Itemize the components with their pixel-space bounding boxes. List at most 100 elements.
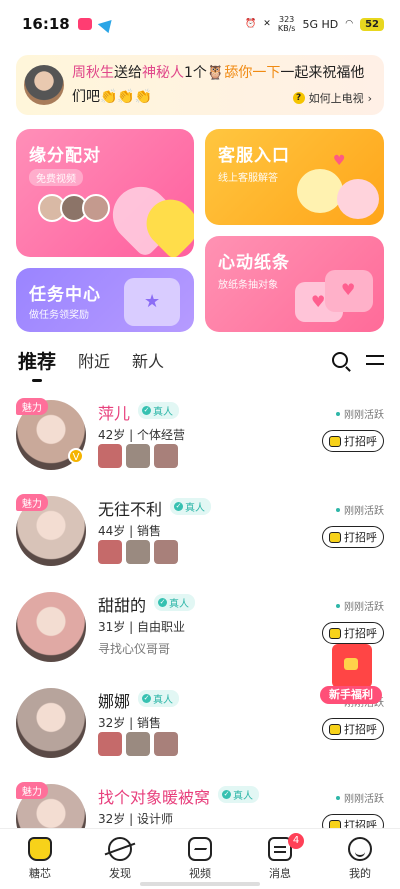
vip-badge-icon: V: [68, 448, 84, 464]
tv-help-link[interactable]: ? 如何上电视 ›: [292, 90, 372, 106]
chat-bubble-icon: [297, 169, 343, 213]
match-card[interactable]: 缘分配对 免费视频: [16, 129, 194, 257]
service-card-title: 客服入口: [218, 146, 290, 166]
greet-button[interactable]: 打招呼: [322, 718, 384, 740]
online-dot-icon: [336, 507, 340, 512]
service-card[interactable]: 客服入口 线上客服解答 ♥: [205, 129, 384, 225]
nav-discover[interactable]: 发现: [80, 829, 160, 889]
nav-home[interactable]: 糖芯: [0, 829, 80, 889]
verified-badge: ✓ 真人: [154, 594, 195, 611]
nav-me[interactable]: 我的: [320, 829, 400, 889]
active-status: 刚刚活跃: [336, 598, 384, 613]
greet-icon: [329, 531, 341, 543]
greet-icon: [329, 723, 341, 735]
user-info: 31岁 | 自由职业: [98, 620, 185, 634]
charm-badge: 魅力: [16, 398, 48, 415]
online-dot-icon: [336, 603, 340, 608]
user-motto: 寻找心仪哥哥: [98, 642, 171, 656]
search-icon[interactable]: [332, 352, 348, 368]
message-badge: 4: [288, 833, 304, 849]
video-icon: [188, 837, 212, 861]
user-row[interactable]: 魅力 无往不利 ✓ 真人 44岁 | 销售 刚刚活跃 打招呼: [0, 482, 400, 578]
tab-tools: [332, 352, 384, 368]
planet-icon: [108, 837, 132, 861]
user-photos: [98, 732, 178, 756]
photo-thumbnail[interactable]: [126, 732, 150, 756]
photo-thumbnail[interactable]: [154, 444, 178, 468]
user-info: 32岁 | 销售: [98, 716, 161, 730]
active-status: 刚刚活跃: [336, 502, 384, 517]
task-card-subtitle: 做任务领奖励: [29, 310, 89, 321]
photo-thumbnail[interactable]: [126, 540, 150, 564]
tab-recommend[interactable]: 推荐: [18, 347, 56, 382]
avatar[interactable]: [16, 592, 86, 662]
photo-thumbnail[interactable]: [154, 540, 178, 564]
home-indicator: [140, 882, 260, 886]
feed-tabs: 推荐 附近 新人: [18, 340, 384, 382]
love-note-card[interactable]: 心动纸条 放纸条抽对象 ♥ ♥: [205, 236, 384, 332]
mute-icon: ✕: [263, 19, 271, 29]
verified-badge: ✓ 真人: [138, 690, 179, 707]
online-dot-icon: [336, 411, 340, 416]
sender-name: 周秋生: [72, 65, 114, 81]
bottom-nav: 糖芯 发现 视频 4 消息 我的: [0, 828, 400, 889]
note-heart-icon: ♥: [325, 270, 373, 312]
user-info: 42岁 | 个体经营: [98, 428, 185, 442]
battery-indicator: 52: [360, 17, 384, 31]
active-status: 刚刚活跃: [336, 406, 384, 421]
wifi-icon: ◠: [345, 19, 354, 29]
tab-new[interactable]: 新人: [132, 348, 164, 372]
clap-emoji: 👏👏👏: [100, 89, 153, 105]
newbie-gift-label: 新手福利: [320, 686, 382, 704]
note-card-subtitle: 放纸条抽对象: [218, 280, 278, 291]
user-photos: [98, 540, 178, 564]
verified-badge: ✓ 真人: [138, 402, 179, 419]
user-name: 萍儿: [98, 404, 131, 423]
verified-badge: ✓ 真人: [218, 786, 259, 803]
check-icon: ✓: [222, 790, 231, 799]
red-envelope-icon: [332, 644, 372, 688]
task-center-card[interactable]: 任务中心 做任务领奖励 ★: [16, 268, 194, 332]
chat-bubble-icon: [337, 179, 379, 219]
verified-badge: ✓ 真人: [170, 498, 211, 515]
photo-thumbnail[interactable]: [126, 444, 150, 468]
greet-button[interactable]: 打招呼: [322, 430, 384, 452]
greet-button[interactable]: 打招呼: [322, 526, 384, 548]
treasure-chest-icon: ★: [124, 278, 180, 326]
note-card-title: 心动纸条: [218, 253, 290, 273]
service-card-subtitle: 线上客服解答: [218, 173, 278, 184]
charm-badge: 魅力: [16, 494, 48, 511]
sender-avatar[interactable]: [24, 65, 64, 105]
telegram-icon: [97, 14, 116, 34]
charm-badge: 魅力: [16, 782, 48, 799]
user-row[interactable]: 魅力 V 萍儿 ✓ 真人 42岁 | 个体经营 刚刚活跃打招呼: [0, 386, 400, 482]
check-icon: ✓: [142, 694, 151, 703]
signal-icon: 5G HD: [302, 17, 339, 31]
alarm-icon: ⏰: [245, 19, 257, 29]
gift-name: 舔你一下: [224, 65, 281, 81]
heart-icon: ♥: [333, 153, 346, 169]
newbie-gift-float[interactable]: 新手福利: [320, 640, 382, 710]
user-name: 甜甜的: [98, 596, 147, 615]
photo-thumbnail[interactable]: [154, 732, 178, 756]
app-notification-icon: [77, 18, 92, 30]
tab-nearby[interactable]: 附近: [78, 348, 110, 372]
user-info: 32岁 | 设计师: [98, 812, 173, 826]
nav-video[interactable]: 视频: [160, 829, 240, 889]
nav-messages[interactable]: 4 消息: [240, 829, 320, 889]
photo-thumbnail[interactable]: [98, 540, 122, 564]
greet-icon: [329, 435, 341, 447]
avatar: [82, 194, 110, 222]
question-icon: ?: [292, 92, 305, 104]
status-bar: 16:18 ⏰ ✕ 323 KB/s 5G HD ◠ 52: [0, 0, 400, 48]
photo-thumbnail[interactable]: [98, 444, 122, 468]
user-photos: [98, 444, 178, 468]
match-card-title: 缘分配对: [29, 146, 101, 166]
greet-icon: [329, 627, 341, 639]
filter-icon[interactable]: [366, 353, 384, 367]
avatar[interactable]: [16, 688, 86, 758]
broadcast-banner[interactable]: 周秋生送给神秘人1个🦉舔你一下一起来祝福他们吧👏👏👏 ? 如何上电视 ›: [16, 55, 384, 115]
active-status: 刚刚活跃: [336, 790, 384, 805]
photo-thumbnail[interactable]: [98, 732, 122, 756]
check-icon: ✓: [142, 406, 151, 415]
